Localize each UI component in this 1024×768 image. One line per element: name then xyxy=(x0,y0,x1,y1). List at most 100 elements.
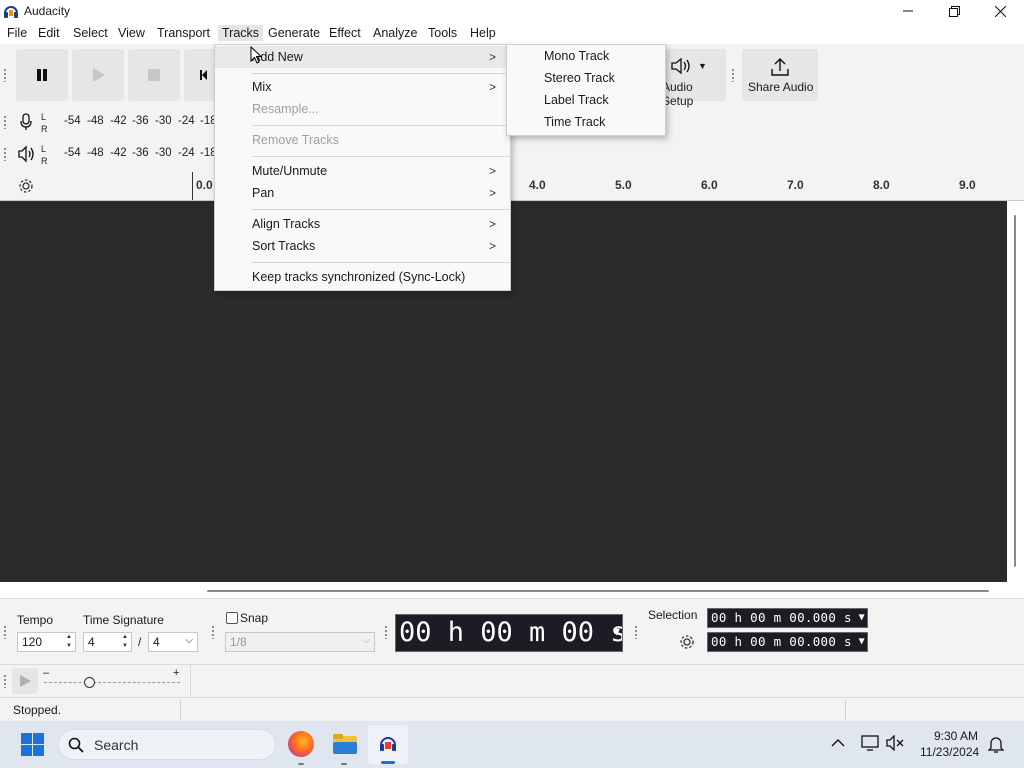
toolbar-grip[interactable] xyxy=(3,674,7,688)
toolbar-grip[interactable] xyxy=(3,68,7,82)
speed-plus-label: + xyxy=(173,667,180,679)
time-sig-slash: / xyxy=(138,635,142,649)
play-at-speed-button[interactable] xyxy=(12,668,38,694)
skip-to-start-button[interactable] xyxy=(184,49,216,101)
chevron-down-icon: ▼ xyxy=(698,61,707,71)
taskbar-audacity-button[interactable] xyxy=(368,725,408,764)
stop-button[interactable] xyxy=(128,49,180,101)
menu-select[interactable]: Select xyxy=(73,25,108,41)
running-indicator xyxy=(341,763,347,765)
display-icon[interactable] xyxy=(861,735,879,751)
menu-item-pan[interactable]: Pan > xyxy=(215,182,510,204)
menu-item-mix[interactable]: Mix > xyxy=(215,76,510,98)
menu-analyze[interactable]: Analyze xyxy=(373,25,417,41)
taskbar: Search 9:30 AM 11/23/2024 xyxy=(0,721,1024,768)
speed-slider-track[interactable] xyxy=(44,682,180,683)
volume-muted-icon[interactable] xyxy=(886,735,904,751)
chevron-down-icon: ▼ xyxy=(613,625,620,638)
gear-icon[interactable] xyxy=(679,634,695,650)
menu-item-time-track[interactable]: Time Track xyxy=(507,111,665,133)
menu-item-sync-lock[interactable]: Keep tracks synchronized (Sync-Lock) xyxy=(215,266,510,288)
taskbar-search-box[interactable]: Search xyxy=(58,729,276,760)
toolbar-grip[interactable] xyxy=(731,68,735,82)
toolbar-grip[interactable] xyxy=(3,147,7,161)
selection-end-display[interactable]: 00 h 00 m 00.000 s ▼ xyxy=(707,632,868,652)
taskbar-time[interactable]: 9:30 AM xyxy=(934,729,978,743)
menu-tools[interactable]: Tools xyxy=(428,25,457,41)
spin-arrows-icon[interactable]: ▲ ▼ xyxy=(63,633,75,651)
meter-right-label: R xyxy=(41,156,48,166)
file-explorer-icon[interactable] xyxy=(332,732,358,756)
pause-button[interactable] xyxy=(16,49,68,101)
menu-generate[interactable]: Generate xyxy=(268,25,320,41)
menu-item-label: Keep tracks synchronized (Sync-Lock) xyxy=(252,270,466,284)
microphone-icon[interactable] xyxy=(19,113,33,131)
toolbar-grip[interactable] xyxy=(3,115,7,129)
toolbar-grip[interactable] xyxy=(3,625,7,639)
play-meter-tick: -54 xyxy=(64,147,81,159)
menu-item-align-tracks[interactable]: Align Tracks > xyxy=(215,213,510,235)
close-button[interactable] xyxy=(977,0,1023,22)
share-icon xyxy=(771,58,789,76)
gear-icon[interactable] xyxy=(18,178,34,194)
menu-item-mono-track[interactable]: Mono Track xyxy=(507,45,665,67)
share-audio-label: Share Audio xyxy=(748,80,814,94)
time-display[interactable]: 00 h 00 m 00 s ▼ xyxy=(395,614,623,652)
menu-item-label-track[interactable]: Label Track xyxy=(507,89,665,111)
menu-help[interactable]: Help xyxy=(470,25,496,41)
menu-item-mute-unmute[interactable]: Mute/Unmute > xyxy=(215,160,510,182)
ruler-start-line xyxy=(192,172,193,200)
vertical-scrollbar[interactable] xyxy=(1007,201,1024,582)
speed-slider-thumb[interactable] xyxy=(84,677,95,688)
chevron-right-icon: > xyxy=(488,217,496,231)
menu-tracks[interactable]: Tracks xyxy=(218,25,264,41)
spin-arrows-icon[interactable]: ▲ ▼ xyxy=(119,633,131,651)
menu-item-stereo-track[interactable]: Stereo Track xyxy=(507,67,665,89)
chevron-up-icon[interactable] xyxy=(831,738,845,748)
play-meter-tick: -42 xyxy=(110,147,127,159)
share-audio-button[interactable]: Share Audio xyxy=(742,49,818,101)
snap-select[interactable]: 1/8 ⌵ xyxy=(225,632,375,652)
time-sig-numerator-input[interactable]: 4 ▲ ▼ xyxy=(83,632,132,652)
play-button[interactable] xyxy=(72,49,124,101)
menu-item-label: Label Track xyxy=(544,93,609,107)
horizontal-scroll-thumb[interactable] xyxy=(207,590,989,592)
menu-separator xyxy=(252,156,510,157)
search-placeholder: Search xyxy=(94,737,139,753)
menu-view[interactable]: View xyxy=(118,25,145,41)
minimize-button[interactable] xyxy=(885,0,931,22)
restore-button[interactable] xyxy=(931,0,977,22)
play-meter-tick: -30 xyxy=(155,147,172,159)
tempo-input[interactable]: 120 ▲ ▼ xyxy=(17,632,76,652)
audio-setup-label: Audio Setup xyxy=(662,80,694,108)
menu-file[interactable]: File xyxy=(7,25,27,41)
timeline-ruler[interactable]: 0.0 4.0 5.0 6.0 7.0 8.0 9.0 xyxy=(0,172,1024,201)
chevron-right-icon: > xyxy=(488,50,496,64)
firefox-icon[interactable] xyxy=(288,731,314,757)
menu-item-label: Sort Tracks xyxy=(252,239,316,253)
menu-edit[interactable]: Edit xyxy=(38,25,60,41)
menu-item-resample[interactable]: Resample... xyxy=(215,98,510,120)
speaker-icon[interactable] xyxy=(17,145,37,163)
menu-item-sort-tracks[interactable]: Sort Tracks > xyxy=(215,235,510,257)
toolbar-grip[interactable] xyxy=(211,625,215,639)
horizontal-scrollbar[interactable] xyxy=(0,582,1024,598)
menu-bar: File Edit Select View Transport Tracks G… xyxy=(0,22,1024,44)
menu-item-label: Mono Track xyxy=(544,49,610,63)
menu-item-remove-tracks[interactable]: Remove Tracks xyxy=(215,129,510,151)
menu-transport[interactable]: Transport xyxy=(157,25,210,41)
vertical-scroll-thumb[interactable] xyxy=(1014,215,1016,567)
taskbar-date[interactable]: 11/23/2024 xyxy=(920,745,979,759)
toolbar-grip[interactable] xyxy=(384,625,388,639)
selection-start-display[interactable]: 00 h 00 m 00.000 s ▼ xyxy=(707,608,868,628)
menu-item-label: Time Track xyxy=(544,115,606,129)
meter-left-label: L xyxy=(41,144,47,154)
time-sig-denominator-select[interactable]: 4 ⌵ xyxy=(148,632,198,652)
windows-start-icon[interactable] xyxy=(21,733,44,756)
menu-effect[interactable]: Effect xyxy=(329,25,361,41)
audio-setup-button[interactable]: ▼ Audio Setup xyxy=(662,49,726,108)
ruler-label: 8.0 xyxy=(873,178,890,192)
toolbar-grip[interactable] xyxy=(634,625,638,639)
snap-checkbox[interactable] xyxy=(226,612,238,624)
notification-bell-icon[interactable] xyxy=(988,735,1004,753)
